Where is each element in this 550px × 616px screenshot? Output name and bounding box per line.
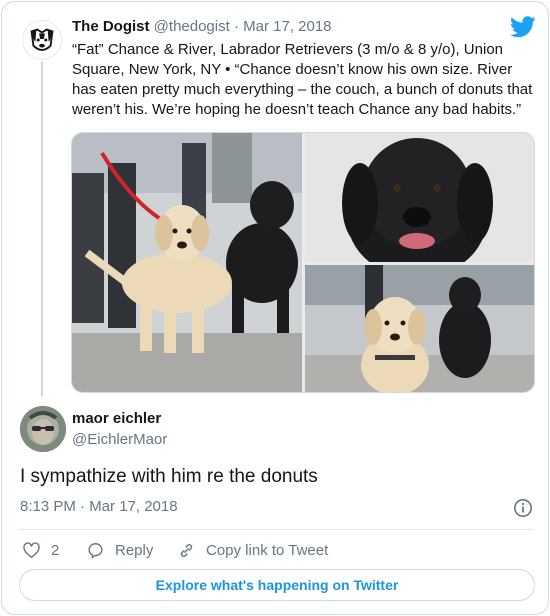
speech-bubble-icon bbox=[88, 542, 103, 558]
copy-link-label: Copy link to Tweet bbox=[206, 541, 329, 559]
photo-black-lab-closeup[interactable] bbox=[305, 133, 534, 262]
reply-timestamp[interactable]: 8:13 PM · Mar 17, 2018 bbox=[20, 498, 178, 515]
thread-connector bbox=[41, 62, 43, 396]
parent-author-handle[interactable]: @thedogist bbox=[154, 18, 230, 35]
parent-author-name[interactable]: The Dogist bbox=[72, 18, 150, 35]
tweet-embed-card: The Dogist @thedogist · Mar 17, 2018 “Fa… bbox=[1, 1, 549, 615]
info-icon[interactable] bbox=[513, 498, 533, 518]
avatar-photo-icon bbox=[20, 406, 66, 452]
explore-twitter-button[interactable]: Explore what's happening on Twitter bbox=[19, 569, 535, 601]
twitter-bird-icon[interactable] bbox=[510, 16, 536, 38]
like-count: 2 bbox=[51, 541, 60, 559]
dogist-avatar[interactable] bbox=[22, 20, 62, 60]
copy-link-button[interactable]: Copy link to Tweet bbox=[177, 539, 328, 561]
photo-yellow-puppy-and-black-lab[interactable] bbox=[305, 265, 534, 392]
like-button[interactable]: 2 bbox=[22, 539, 59, 561]
reply-label: Reply bbox=[115, 541, 154, 559]
reply-button[interactable]: Reply bbox=[86, 539, 153, 561]
reply-author-avatar[interactable] bbox=[20, 406, 66, 452]
reply-tweet-text: I sympathize with him re the donuts bbox=[20, 466, 318, 487]
link-icon bbox=[180, 543, 193, 557]
parent-tweet-text: “Fat” Chance & River, Labrador Retriever… bbox=[72, 41, 533, 118]
heart-icon bbox=[23, 541, 40, 558]
dog-logo-icon bbox=[23, 21, 61, 59]
parent-date[interactable]: Mar 17, 2018 bbox=[243, 18, 331, 35]
parent-header: The Dogist @thedogist · Mar 17, 2018 bbox=[72, 18, 332, 35]
reply-author-handle[interactable]: @EichlerMaor bbox=[72, 431, 167, 448]
reply-author-name[interactable]: maor eichler bbox=[72, 410, 161, 427]
media-grid[interactable] bbox=[71, 132, 535, 393]
photo-yellow-and-black-lab-standing[interactable] bbox=[72, 133, 302, 392]
meta-separator: · bbox=[229, 18, 244, 35]
actions-divider bbox=[18, 529, 534, 530]
